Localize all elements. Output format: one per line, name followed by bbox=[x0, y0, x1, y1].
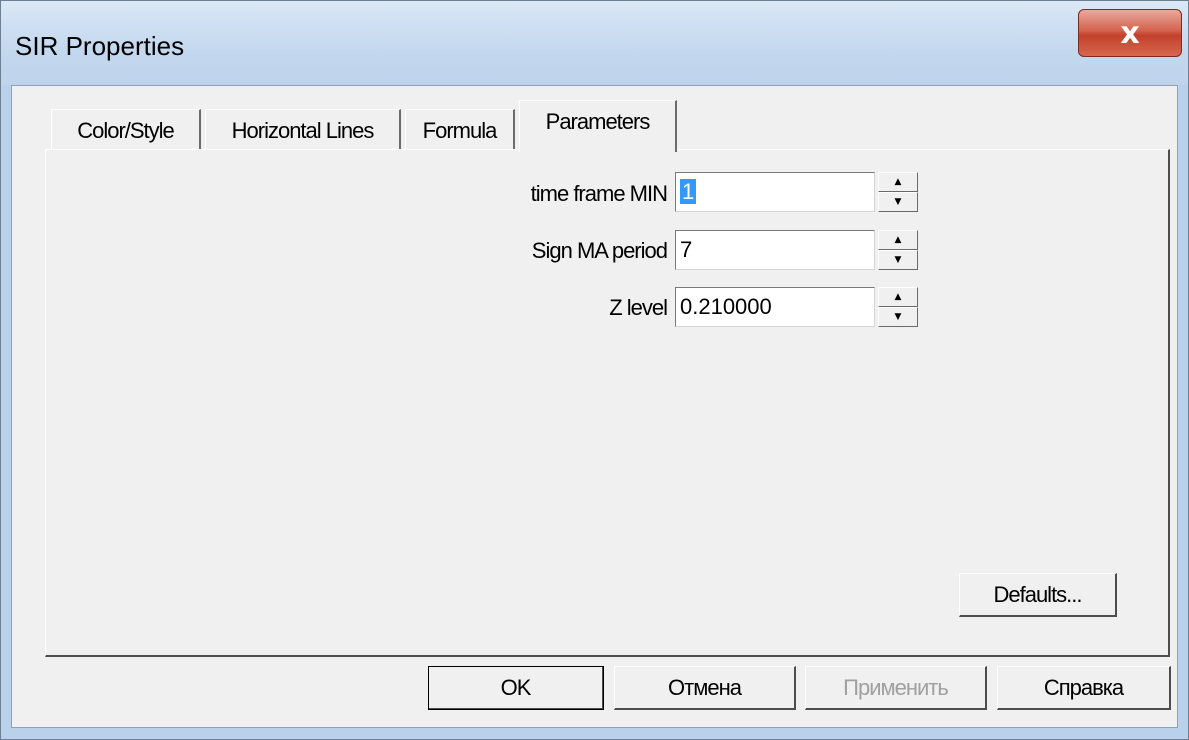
button-label: Отмена bbox=[668, 674, 742, 700]
param-label-sign-ma-period: Sign MA period bbox=[531, 238, 668, 263]
input-value: 1 bbox=[680, 179, 697, 204]
close-button[interactable]: x bbox=[1078, 9, 1182, 57]
title-bar[interactable]: SIR Properties x bbox=[1, 1, 1188, 85]
tab-label: Parameters bbox=[545, 109, 651, 134]
help-button[interactable]: Справка bbox=[997, 666, 1171, 710]
spin-up-button[interactable]: ▲ bbox=[878, 172, 918, 192]
tab-parameters[interactable]: Parameters bbox=[519, 100, 677, 154]
z-level-input[interactable]: 0.210000 bbox=[675, 287, 875, 327]
arrow-up-icon: ▲ bbox=[894, 235, 902, 245]
z-level-spinner[interactable]: ▲ ▼ bbox=[878, 287, 918, 327]
close-icon: x bbox=[1120, 15, 1140, 51]
properties-dialog: SIR Properties x Color/Style Horizontal … bbox=[0, 0, 1189, 740]
sign-ma-period-input[interactable]: 7 bbox=[675, 230, 875, 270]
arrow-down-icon: ▼ bbox=[894, 255, 902, 265]
spin-down-button[interactable]: ▼ bbox=[878, 192, 918, 212]
apply-button[interactable]: Применить bbox=[805, 666, 987, 710]
spin-down-button[interactable]: ▼ bbox=[878, 250, 918, 270]
spin-down-button[interactable]: ▼ bbox=[878, 307, 918, 327]
arrow-up-icon: ▲ bbox=[894, 292, 902, 302]
spin-up-button[interactable]: ▲ bbox=[878, 287, 918, 307]
time-frame-min-spinner[interactable]: ▲ ▼ bbox=[878, 172, 918, 212]
time-frame-min-input[interactable]: 1 bbox=[675, 172, 875, 212]
tab-label: Formula bbox=[422, 117, 498, 143]
tab-label: Horizontal Lines bbox=[231, 117, 375, 143]
button-label: Применить bbox=[843, 674, 949, 700]
button-label: Defaults... bbox=[993, 581, 1082, 607]
tab-horizontal-lines[interactable]: Horizontal Lines bbox=[205, 109, 401, 151]
arrow-down-icon: ▼ bbox=[894, 312, 902, 322]
ok-button[interactable]: OK bbox=[428, 666, 604, 710]
tab-formula[interactable]: Formula bbox=[405, 109, 515, 151]
window-title: SIR Properties bbox=[15, 31, 185, 61]
input-value: 0.210000 bbox=[680, 294, 772, 319]
tab-label: Color/Style bbox=[77, 117, 175, 143]
cancel-button[interactable]: Отмена bbox=[614, 666, 796, 710]
sign-ma-period-spinner[interactable]: ▲ ▼ bbox=[878, 230, 918, 270]
arrow-down-icon: ▼ bbox=[894, 197, 902, 207]
input-value: 7 bbox=[680, 237, 693, 262]
button-label: OK bbox=[500, 674, 532, 700]
button-label: Справка bbox=[1043, 674, 1124, 700]
defaults-button[interactable]: Defaults... bbox=[959, 573, 1117, 617]
param-label-time-frame-min: time frame MIN bbox=[530, 181, 668, 206]
spin-up-button[interactable]: ▲ bbox=[878, 230, 918, 250]
param-label-z-level: Z level bbox=[609, 295, 668, 320]
arrow-up-icon: ▲ bbox=[894, 177, 902, 187]
tab-color-style[interactable]: Color/Style bbox=[51, 109, 201, 151]
